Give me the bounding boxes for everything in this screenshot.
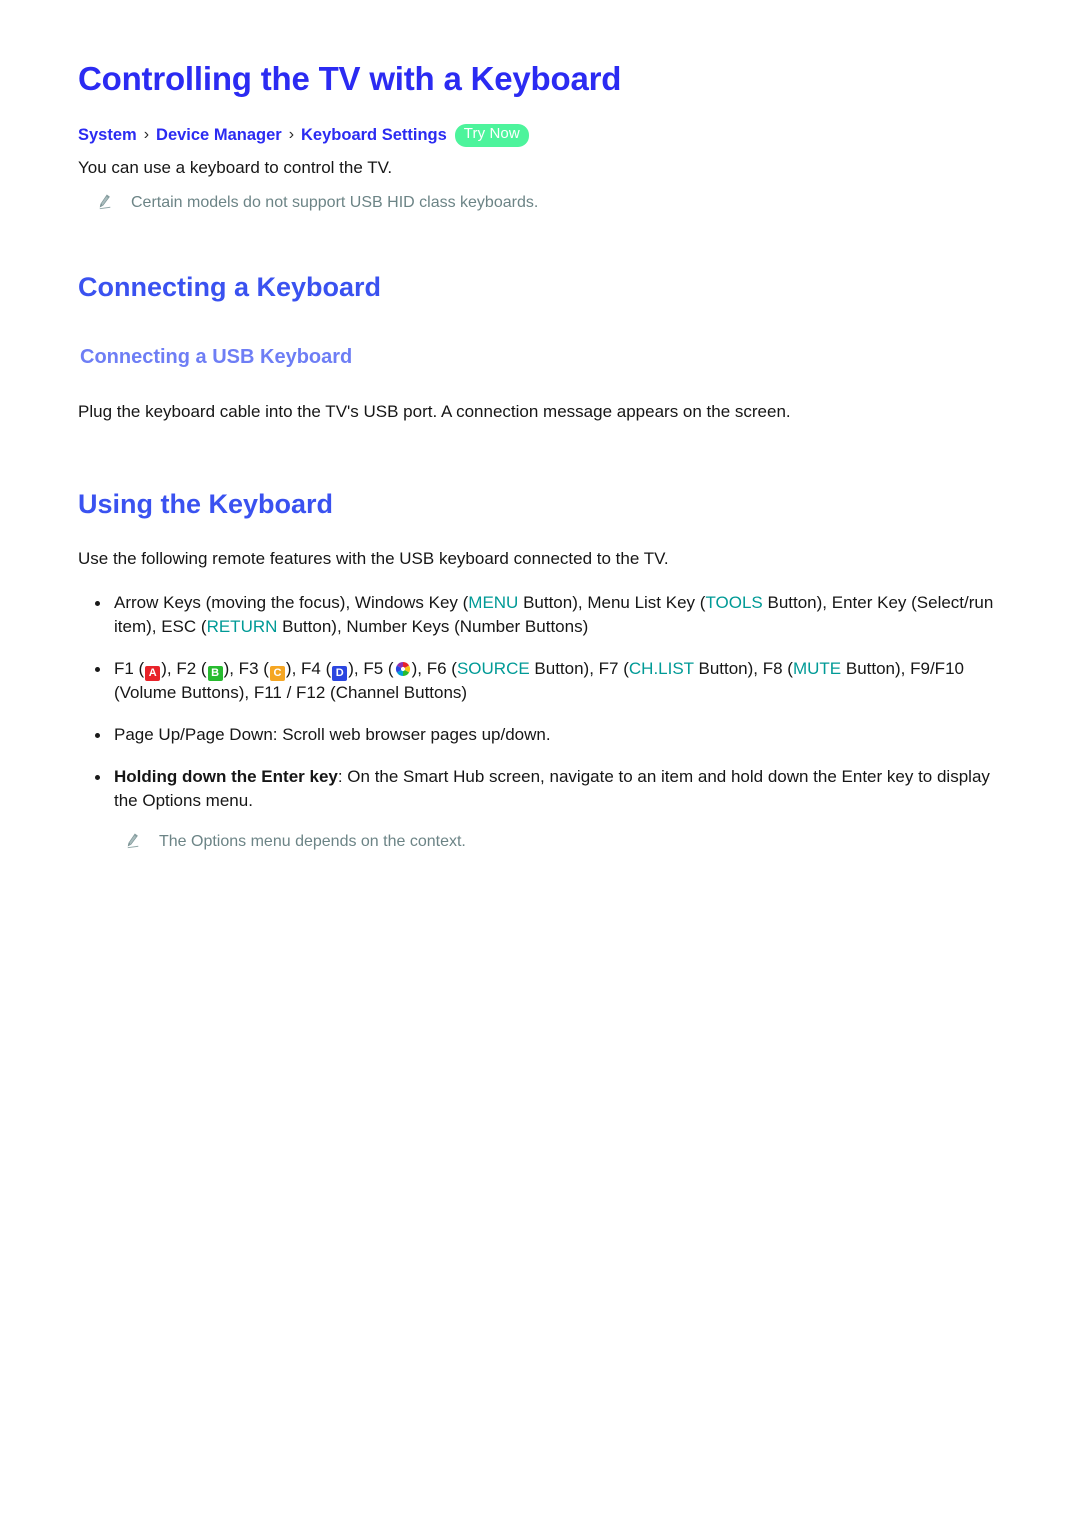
pencil-icon [96,193,114,211]
heading-using-the-keyboard: Using the Keyboard [78,488,334,519]
list-item: Arrow Keys (moving the focus), Windows K… [78,591,1000,640]
subheading-connecting-a-usb-keyboard: Connecting a USB Keyboard [80,346,353,369]
document-page: Controlling the TV with a Keyboard Syste… [0,0,1080,1527]
smart-hub-icon [395,660,411,676]
breadcrumb-item-device-manager[interactable]: Device Manager [156,125,282,146]
page-title: Controlling the TV with a Keyboard [78,60,622,97]
keyboard-feature-list: Arrow Keys (moving the focus), Windows K… [78,591,1000,814]
note-row-options-menu: The Options menu depends on the context. [124,830,1000,854]
remote-button-name: RETURN [206,617,278,637]
list-item: Holding down the Enter key: On the Smart… [78,765,1000,814]
breadcrumb: System › Device Manager › Keyboard Setti… [78,123,1000,147]
breadcrumb-separator-icon: › [288,125,295,143]
color-key-d-icon: D [332,665,348,681]
color-key-b-icon: B [207,665,223,681]
paragraph-connect-usb: Plug the keyboard cable into the TV's US… [78,402,791,422]
intro-text: You can use a keyboard to control the TV… [78,157,393,177]
remote-button-name: MENU [468,592,519,612]
breadcrumb-separator-icon: › [143,125,150,143]
breadcrumb-item-system[interactable]: System [78,125,137,146]
remote-button-name: MUTE [792,658,842,678]
list-item: F1 (A), F2 (B), F3 (C), F4 (D), F5 (), F… [78,657,1000,706]
remote-button-name: SOURCE [456,658,530,678]
breadcrumb-item-keyboard-settings[interactable]: Keyboard Settings [301,125,447,146]
note-text: The Options menu depends on the context. [159,832,466,850]
list-item: Page Up/Page Down: Scroll web browser pa… [78,723,1000,748]
try-now-badge[interactable]: Try Now [454,123,529,147]
note-row-usb-hid: Certain models do not support USB HID cl… [96,191,1000,215]
remote-button-name: CH.LIST [628,658,694,678]
color-key-a-icon: A [145,665,161,681]
pencil-icon [124,832,142,850]
emphasis-text: Holding down the Enter key [114,766,338,786]
paragraph-using-intro: Use the following remote features with t… [78,549,669,569]
note-text: Certain models do not support USB HID cl… [131,194,539,212]
remote-button-name: TOOLS [705,592,763,612]
color-key-c-icon: C [269,665,285,681]
heading-connecting-a-keyboard: Connecting a Keyboard [78,272,382,303]
